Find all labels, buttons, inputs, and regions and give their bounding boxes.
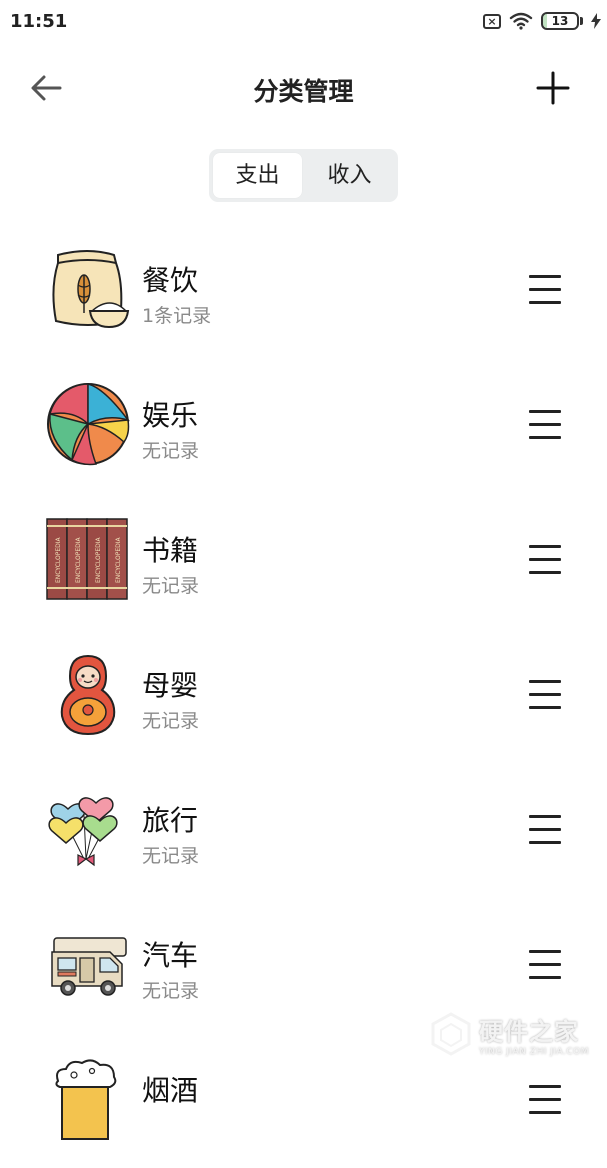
drag-handle-icon[interactable] bbox=[527, 408, 563, 442]
drag-handle-icon[interactable] bbox=[527, 543, 563, 577]
category-name: 汽车 bbox=[142, 939, 199, 972]
book-spine-label: ENCYCLOPEDIA bbox=[75, 536, 82, 583]
category-name: 娱乐 bbox=[142, 399, 199, 432]
tab-expense[interactable]: 支出 bbox=[213, 153, 302, 198]
category-item[interactable]: 旅行 无记录 bbox=[0, 763, 607, 898]
plus-icon bbox=[536, 71, 570, 105]
book-spine-label: ENCYCLOPEDIA bbox=[95, 536, 102, 583]
add-category-button[interactable] bbox=[533, 68, 573, 108]
category-item[interactable]: 餐饮 1条记录 bbox=[0, 223, 607, 358]
site-watermark: 硬件之家 YING JIAN ZHI JIA.COM bbox=[431, 1008, 591, 1060]
beach-ball-icon bbox=[47, 383, 130, 466]
watermark-title: 硬件之家 bbox=[479, 1017, 579, 1046]
drag-handle-icon[interactable] bbox=[527, 1083, 563, 1117]
encyclopedia-books-icon: ENCYCLOPEDIA ENCYCLOPEDIA ENCYCLOPEDIA E… bbox=[46, 518, 128, 600]
status-icons: × 13 bbox=[483, 10, 601, 32]
wifi-icon bbox=[509, 12, 533, 30]
heart-balloons-icon bbox=[48, 797, 118, 867]
category-name: 旅行 bbox=[142, 804, 199, 837]
status-time: 11:51 bbox=[10, 11, 68, 32]
battery-level: 13 bbox=[551, 14, 569, 28]
category-name: 书籍 bbox=[142, 534, 199, 567]
category-record-count: 无记录 bbox=[142, 845, 200, 867]
hexagon-logo-icon bbox=[431, 1012, 471, 1056]
drag-handle-icon[interactable] bbox=[527, 273, 563, 307]
category-record-count: 无记录 bbox=[142, 440, 200, 462]
drag-handle-icon[interactable] bbox=[527, 813, 563, 847]
category-record-count: 无记录 bbox=[142, 710, 200, 732]
camper-van-icon bbox=[51, 937, 127, 996]
beer-mug-icon bbox=[55, 1059, 117, 1140]
category-item[interactable]: ENCYCLOPEDIA ENCYCLOPEDIA ENCYCLOPEDIA E… bbox=[0, 493, 607, 628]
watermark-subtitle: YING JIAN ZHI JIA.COM bbox=[479, 1046, 590, 1057]
drag-handle-icon[interactable] bbox=[527, 948, 563, 982]
category-name: 烟酒 bbox=[142, 1074, 199, 1107]
expense-income-switch: 支出 收入 bbox=[209, 149, 398, 202]
category-record-count: 无记录 bbox=[142, 575, 200, 597]
category-record-count: 1条记录 bbox=[142, 305, 212, 327]
grain-sack-icon bbox=[52, 250, 130, 329]
matryoshka-doll-icon bbox=[60, 654, 116, 736]
nav-bar: 分类管理 bbox=[0, 50, 607, 126]
category-item[interactable]: 母婴 无记录 bbox=[0, 628, 607, 763]
category-name: 餐饮 bbox=[142, 264, 199, 297]
category-item[interactable]: 娱乐 无记录 bbox=[0, 358, 607, 493]
category-name: 母婴 bbox=[142, 669, 199, 702]
battery-indicator: 13 bbox=[541, 12, 579, 30]
status-bar: 11:51 × 13 bbox=[0, 0, 607, 44]
page-title: 分类管理 bbox=[253, 77, 354, 106]
category-record-count: 无记录 bbox=[142, 980, 200, 1002]
tab-income[interactable]: 收入 bbox=[305, 153, 394, 198]
sim-disabled-icon: × bbox=[483, 13, 501, 29]
book-spine-label: ENCYCLOPEDIA bbox=[115, 536, 122, 583]
drag-handle-icon[interactable] bbox=[527, 678, 563, 712]
bolt-icon bbox=[591, 13, 601, 29]
book-spine-label: ENCYCLOPEDIA bbox=[55, 536, 62, 583]
